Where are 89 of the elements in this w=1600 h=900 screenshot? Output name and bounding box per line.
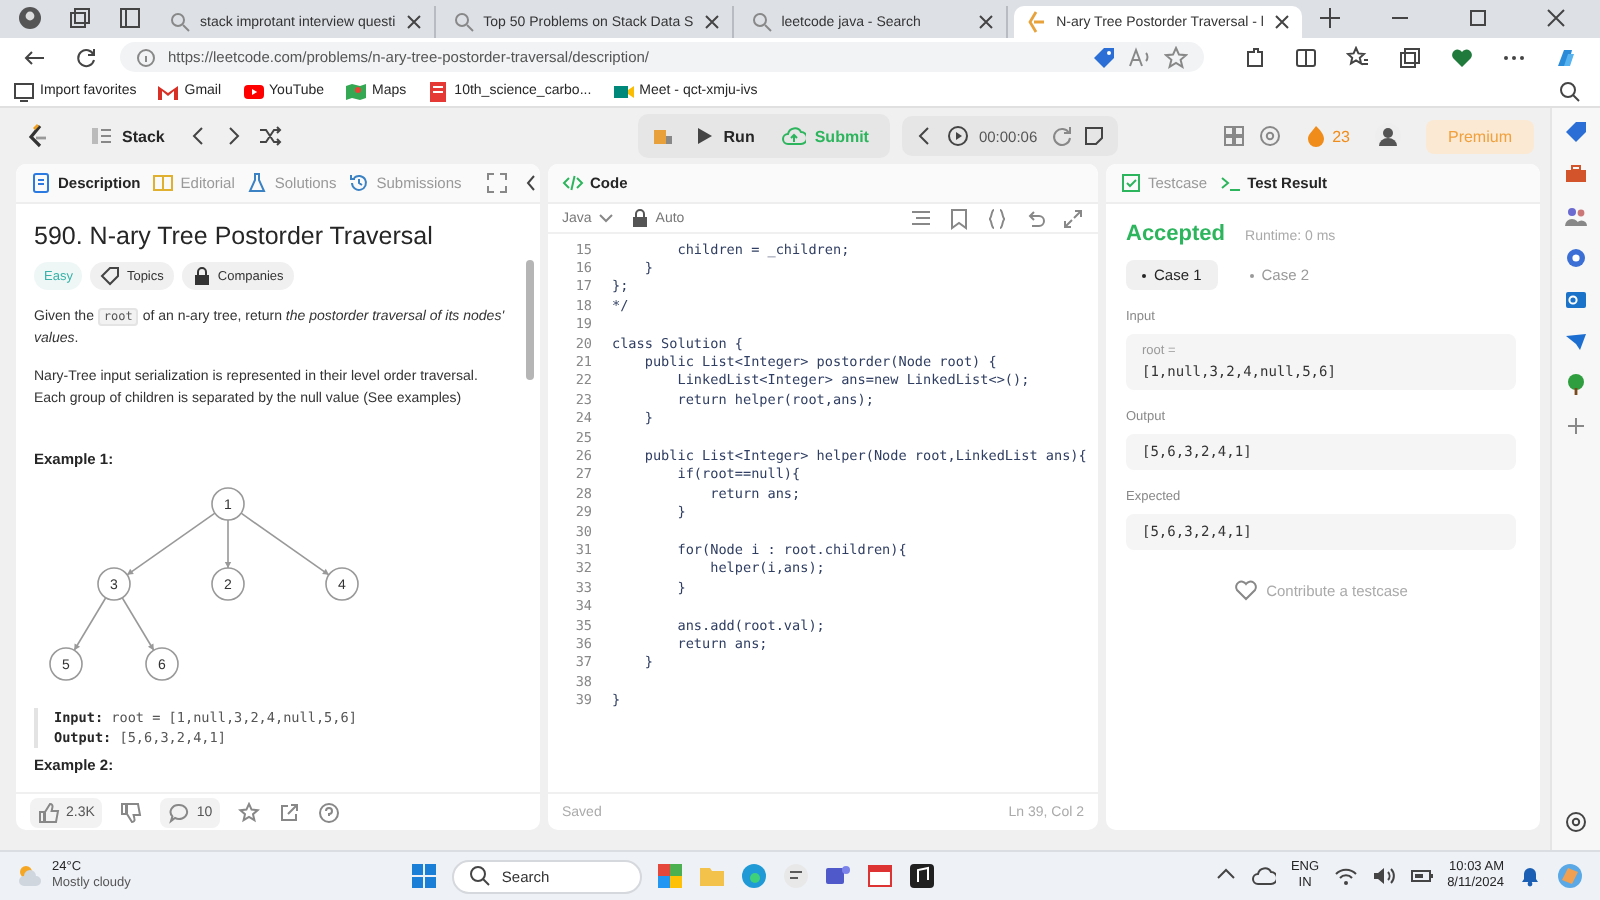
collections-icon[interactable]: [1398, 45, 1422, 69]
undo-icon[interactable]: [1024, 207, 1046, 229]
heart-pulse-icon[interactable]: [1450, 45, 1474, 69]
close-icon[interactable]: [701, 12, 722, 32]
terminal-icon: [1219, 172, 1242, 194]
send-icon[interactable]: [1564, 330, 1588, 354]
layout-icon[interactable]: [1222, 124, 1247, 148]
problem-title: 590. N-ary Tree Postorder Traversal: [34, 222, 435, 250]
problem-list-button[interactable]: Stack: [80, 118, 175, 154]
flask-icon: [246, 172, 269, 194]
toolbox-icon[interactable]: [1564, 162, 1588, 186]
note-icon[interactable]: [1081, 124, 1106, 148]
help-icon[interactable]: [318, 801, 341, 823]
run-button[interactable]: Run: [681, 118, 765, 154]
checkbox-icon: [1120, 172, 1142, 194]
code-icon: [562, 172, 584, 194]
expand-icon[interactable]: [1062, 207, 1084, 229]
flame-icon: [1306, 124, 1327, 148]
history-icon: [348, 172, 371, 194]
tag-icon[interactable]: [1092, 45, 1116, 69]
cloud-icon[interactable]: [1252, 864, 1277, 888]
info-icon[interactable]: [136, 47, 156, 67]
mail-icon: [156, 80, 179, 102]
cloud-sun-icon: [16, 862, 44, 890]
windows-start-icon[interactable]: [409, 862, 438, 890]
list-icon: [90, 124, 114, 148]
search-icon: [749, 10, 774, 34]
bookmark-icon[interactable]: [948, 207, 970, 229]
scrollbar-thumb[interactable]: [526, 260, 534, 380]
settings-icon[interactable]: [1564, 810, 1588, 834]
favorite-star-icon[interactable]: [1164, 45, 1188, 69]
book-icon: [152, 172, 175, 194]
tree-edge: [73, 596, 107, 652]
search-icon[interactable]: [1558, 79, 1582, 103]
workspaces-icon[interactable]: [68, 6, 92, 30]
tree-edge: [240, 512, 330, 576]
notification-bell-icon[interactable]: [1518, 864, 1542, 888]
people-icon[interactable]: [1564, 204, 1588, 228]
tree-edge: [126, 512, 216, 576]
lock-icon: [191, 266, 212, 286]
new-tab-icon[interactable]: [1318, 6, 1342, 30]
star-icon[interactable]: [238, 801, 261, 823]
tab-actions-icon[interactable]: [118, 6, 142, 30]
wifi-icon[interactable]: [1333, 864, 1358, 888]
add-icon[interactable]: [1564, 414, 1588, 438]
profile-avatar-icon[interactable]: [18, 6, 42, 30]
tag-icon[interactable]: [1564, 120, 1588, 144]
cloud-upload-icon: [782, 124, 807, 148]
battery-icon[interactable]: [1409, 864, 1434, 888]
collapse-icon[interactable]: [914, 124, 935, 148]
braces-icon[interactable]: [986, 207, 1008, 229]
map-icon: [344, 80, 367, 102]
description-icon: [30, 172, 52, 194]
import-icon: [12, 80, 34, 102]
favorites-icon[interactable]: [1346, 45, 1370, 69]
shuffle-icon[interactable]: [258, 124, 283, 148]
maximize-icon[interactable]: [1466, 6, 1490, 30]
read-aloud-icon[interactable]: [1128, 45, 1152, 69]
volume-icon[interactable]: [1371, 864, 1396, 888]
heart-icon: [1234, 578, 1259, 602]
comment-icon: [168, 801, 191, 823]
refresh-icon[interactable]: [74, 45, 98, 69]
chevron-down-icon: [597, 210, 614, 226]
close-icon[interactable]: [403, 12, 424, 32]
search-icon: [168, 10, 192, 34]
video-camera-icon: [611, 80, 634, 102]
chat-icon[interactable]: [781, 862, 810, 890]
thumbs-down-icon[interactable]: [120, 801, 143, 823]
close-icon[interactable]: [976, 12, 997, 32]
format-icon[interactable]: [910, 207, 932, 229]
share-icon[interactable]: [278, 801, 301, 823]
tag-icon: [100, 266, 121, 286]
search-icon: [451, 10, 476, 34]
thumbs-up-icon: [38, 801, 60, 823]
split-screen-icon[interactable]: [1294, 45, 1318, 69]
close-icon[interactable]: [1544, 6, 1568, 30]
expand-icon[interactable]: [485, 172, 508, 194]
lock-icon: [629, 208, 650, 228]
tree-edge: [121, 596, 155, 652]
multicolor-app-icon[interactable]: [655, 862, 684, 890]
calendar-icon[interactable]: [865, 862, 894, 890]
tree-edge: [224, 519, 232, 569]
tree-icon[interactable]: [1564, 372, 1588, 396]
back-icon[interactable]: [22, 45, 46, 69]
verdict-label: Accepted: [1126, 222, 1226, 246]
search-icon: [467, 864, 492, 888]
close-icon[interactable]: [1272, 12, 1292, 32]
play-circle-icon: [946, 124, 971, 148]
user-avatar-icon[interactable]: [1373, 122, 1402, 150]
